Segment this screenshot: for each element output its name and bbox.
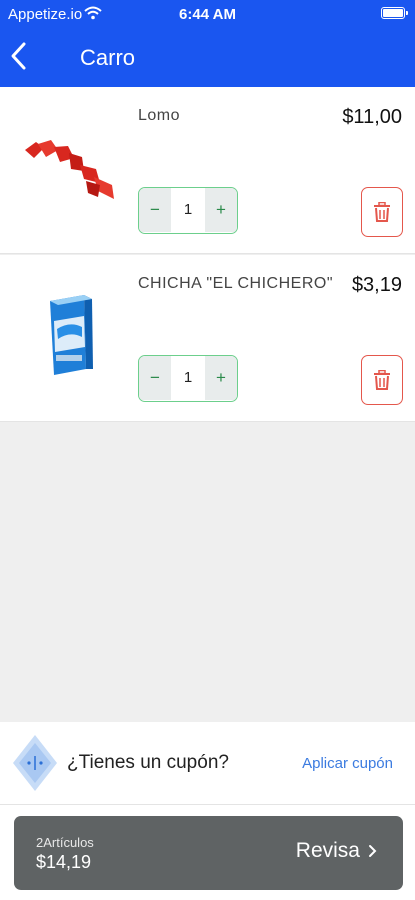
chevron-right-icon [369, 845, 377, 857]
checkout-label: Revisa [295, 839, 360, 862]
product-image [50, 295, 93, 375]
cart-item: Lomo $11,00 − 1 + [0, 87, 415, 254]
cart-total: $14,19 [36, 852, 92, 872]
item-name: CHICHA "EL CHICHERO" [138, 275, 334, 292]
quantity-stepper: − 1 + [138, 355, 238, 402]
trash-icon [374, 202, 390, 222]
trash-icon [374, 370, 390, 390]
coupon-prompt: ¿Tienes un cupón? [67, 752, 229, 773]
status-bar: Appetize.io 6:44 AM [0, 0, 415, 30]
item-name: Lomo [138, 107, 181, 124]
battery-icon [381, 7, 408, 19]
item-price: $11,00 [342, 106, 402, 128]
quantity-stepper: − 1 + [138, 187, 238, 234]
apply-coupon-link[interactable]: Aplicar cupón [302, 755, 393, 772]
checkout-footer: 2Artículos $14,19 Revisa [0, 805, 415, 900]
decrease-quantity-button[interactable]: − [139, 356, 171, 400]
increase-quantity-button[interactable]: + [205, 188, 237, 232]
delete-item-button[interactable] [361, 187, 403, 237]
cart-item: CHICHA "EL CHICHERO" $3,19 − 1 + [0, 255, 415, 422]
back-button[interactable] [4, 38, 34, 74]
item-price: $3,19 [351, 274, 402, 296]
status-time: 6:44 AM [179, 6, 236, 23]
increase-quantity-button[interactable]: + [205, 356, 237, 400]
item-count: 2Artículos [36, 835, 94, 850]
coupon-tag-icon [13, 735, 57, 791]
quantity-value: 1 [183, 201, 193, 218]
decrease-quantity-button[interactable]: − [139, 188, 171, 232]
product-image [25, 140, 114, 199]
app-header: Appetize.io 6:44 AM Carro [0, 0, 415, 87]
page-title: Carro [80, 45, 136, 70]
coupon-row: ¿Tienes un cupón? Aplicar cupón [0, 722, 415, 805]
checkout-button[interactable]: 2Artículos $14,19 Revisa [14, 816, 403, 890]
delete-item-button[interactable] [361, 355, 403, 405]
quantity-value: 1 [183, 369, 193, 386]
